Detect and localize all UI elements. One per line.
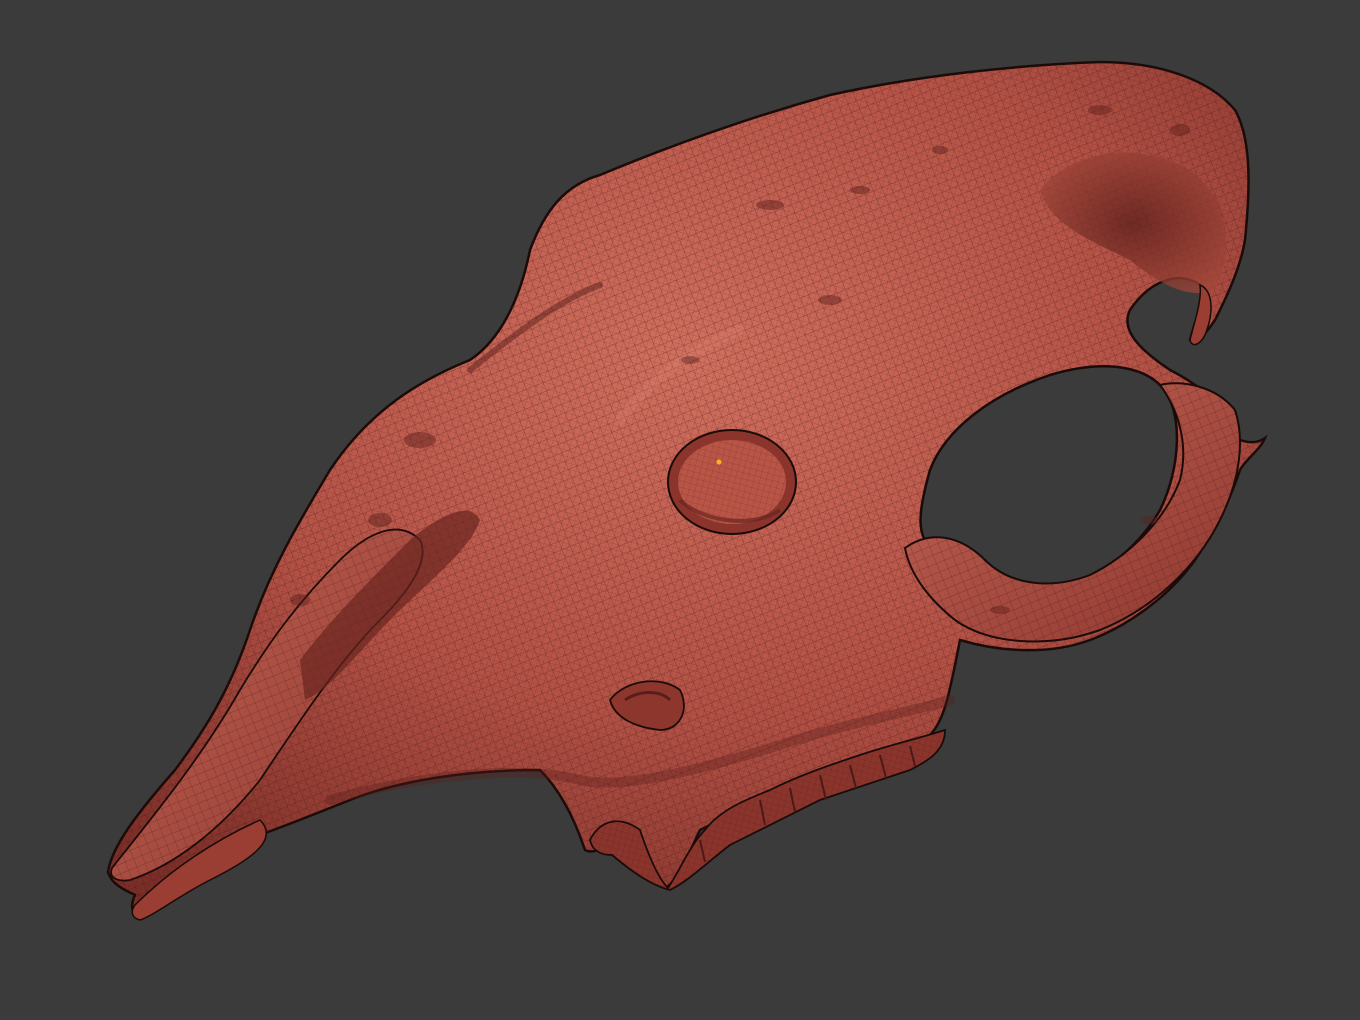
skull-model-render[interactable] bbox=[0, 0, 1360, 1020]
selection-marker bbox=[716, 459, 722, 465]
3d-viewport[interactable] bbox=[0, 0, 1360, 1020]
post-orbital-process bbox=[1189, 283, 1212, 346]
supraorbital-foramen bbox=[667, 429, 797, 535]
